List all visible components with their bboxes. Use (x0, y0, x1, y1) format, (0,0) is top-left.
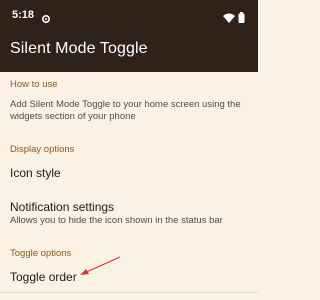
section-header-how-to-use: How to use (10, 79, 58, 90)
app-bar: Silent Mode Toggle (0, 30, 258, 72)
app-title: Silent Mode Toggle (10, 40, 148, 57)
annotation-arrow (80, 256, 121, 275)
status-bar: 5:18 (0, 0, 258, 30)
wifi-icon (223, 10, 235, 28)
toggle-order-item[interactable]: Toggle order (10, 270, 77, 284)
section-header-toggle-options: Toggle options (10, 248, 72, 259)
settings-list: How to use Add Silent Mode Toggle to you… (0, 72, 258, 300)
notification-settings-summary: Allows you to hide the icon shown in the… (10, 215, 223, 226)
icon-style-item[interactable]: Icon style (10, 166, 61, 180)
how-to-use-summary: Add Silent Mode Toggle to your home scre… (10, 99, 241, 122)
notification-settings-item[interactable]: Notification settings (10, 200, 114, 214)
gear-icon (41, 11, 51, 29)
status-time: 5:18 (12, 9, 35, 21)
section-header-display-options: Display options (10, 144, 75, 155)
battery-icon (238, 10, 245, 28)
divider (0, 292, 258, 293)
